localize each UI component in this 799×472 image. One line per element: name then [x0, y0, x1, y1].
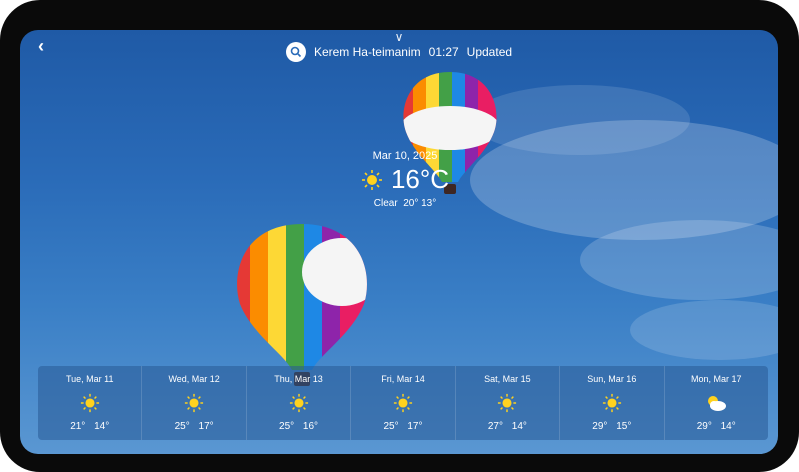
forecast-day[interactable]: Sat, Mar 15 27° 14° — [456, 366, 561, 440]
search-icon[interactable] — [285, 42, 306, 62]
forecast-temps: 21° 14° — [70, 421, 110, 432]
current-temperature: 16°C — [390, 164, 450, 194]
forecast-day[interactable]: Fri, Mar 14 25° 17° — [351, 366, 456, 440]
sun-icon — [602, 393, 621, 412]
forecast-day-label: Sat, Mar 15 — [484, 374, 531, 384]
forecast-temps: 29° 15° — [592, 421, 632, 432]
forecast-temps: 25° 16° — [279, 421, 319, 432]
forecast-day[interactable]: Mon, Mar 17 29° 14° — [665, 366, 768, 440]
forecast-temps: 27° 14° — [487, 421, 527, 432]
sun-icon — [393, 393, 413, 412]
forecast-temps: 25° 17° — [383, 421, 423, 432]
forecast-day[interactable]: Wed, Mar 12 25° 17° — [142, 366, 247, 440]
forecast-temps: 25° 17° — [174, 421, 214, 432]
device-frame: ∨ ‹ Kerem Ha-teimanim 01:27 Updated Mar … — [0, 0, 799, 472]
forecast-day[interactable]: Sun, Mar 16 29° 15° — [560, 366, 665, 440]
location-name[interactable]: Kerem Ha-teimanim — [314, 45, 421, 59]
forecast-day[interactable]: Tue, Mar 11 21° 14° — [38, 366, 143, 440]
forecast-day-label: Wed, Mar 12 — [168, 374, 220, 384]
sun-icon — [498, 393, 517, 412]
sun-icon — [185, 393, 204, 412]
forecast-day-label: Thu, Mar 13 — [274, 374, 323, 384]
forecast-day-label: Tue, Mar 11 — [65, 374, 114, 384]
current-date: Mar 10, 2025 — [372, 150, 438, 162]
current-weather: Mar 10, 2025 16°C Clear 20° 13° — [345, 150, 465, 209]
weather-screen: ∨ ‹ Kerem Ha-teimanim 01:27 Updated Mar … — [20, 30, 778, 454]
partly-cloudy-icon — [708, 395, 727, 411]
current-condition-row: Clear 20° 13° — [345, 198, 465, 209]
forecast-strip: Tue, Mar 11 21° 14° Wed, Mar 12 25° 17° … — [38, 366, 768, 440]
high-low-temps: 20° 13° — [403, 198, 437, 209]
sun-icon — [289, 393, 308, 412]
forecast-day-label: Sun, Mar 16 — [587, 374, 637, 384]
update-status: Updated — [466, 45, 513, 59]
forecast-temps: 29° 14° — [696, 421, 736, 432]
update-time: 01:27 — [428, 45, 459, 59]
location-header: Kerem Ha-teimanim 01:27 Updated — [20, 40, 778, 64]
condition-text: Clear — [373, 198, 398, 209]
forecast-day[interactable]: Thu, Mar 13 25° 16° — [247, 366, 352, 440]
forecast-day-label: Mon, Mar 17 — [690, 374, 742, 384]
sun-icon — [80, 393, 99, 412]
forecast-day-label: Fri, Mar 14 — [381, 374, 425, 384]
sun-icon — [361, 169, 382, 190]
